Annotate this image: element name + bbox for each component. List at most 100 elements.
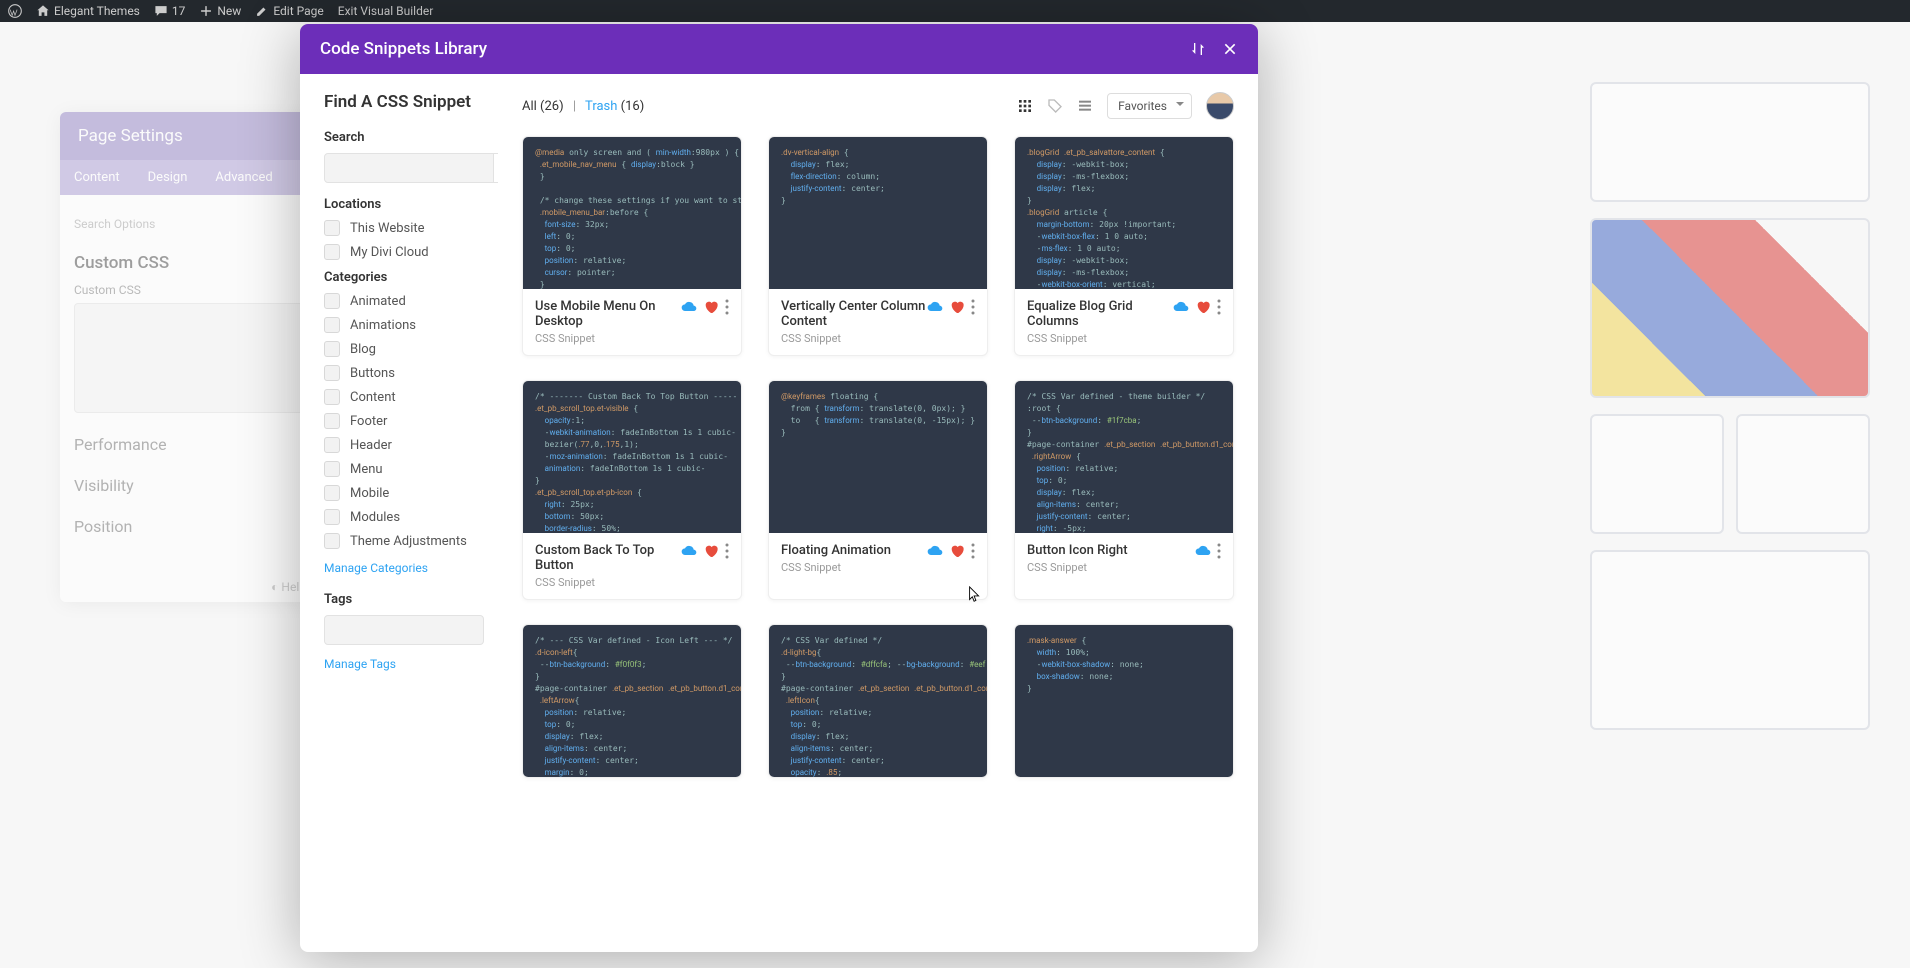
snippet-type: CSS Snippet bbox=[1027, 561, 1128, 574]
section-performance[interactable]: Performance bbox=[74, 435, 306, 454]
admin-comments[interactable]: 17 bbox=[154, 4, 186, 18]
cloud-icon[interactable] bbox=[927, 299, 943, 315]
snippet-card[interactable]: /* ------- Custom Back To Top Button ---… bbox=[522, 380, 742, 600]
snippet-card[interactable]: @media only screen and ( min-width:980px… bbox=[522, 136, 742, 356]
manage-categories-link[interactable]: Manage Categories bbox=[324, 561, 428, 575]
section-position[interactable]: Position bbox=[74, 517, 306, 536]
category-checkbox[interactable]: Animated bbox=[324, 293, 484, 309]
admin-edit-label: Edit Page bbox=[273, 4, 323, 18]
manage-tags-link[interactable]: Manage Tags bbox=[324, 657, 396, 671]
more-icon[interactable] bbox=[1217, 543, 1221, 559]
custom-css-heading: Custom CSS bbox=[74, 253, 306, 273]
close-icon[interactable] bbox=[1222, 41, 1238, 57]
view-grid-icon[interactable] bbox=[1017, 98, 1033, 114]
admin-new[interactable]: New bbox=[199, 4, 241, 18]
checkbox-icon bbox=[324, 293, 340, 309]
filter-all[interactable]: All (26) bbox=[522, 99, 564, 114]
category-checkbox[interactable]: Buttons bbox=[324, 365, 484, 381]
sort-dropdown[interactable]: Favorites bbox=[1107, 93, 1192, 119]
cloud-icon[interactable] bbox=[681, 543, 697, 559]
search-options-label: Search Options bbox=[74, 209, 306, 247]
category-checkbox[interactable]: Modules bbox=[324, 509, 484, 525]
snippet-title: Custom Back To Top Button bbox=[535, 543, 681, 573]
code-preview: .mask-answer { width: 100%; -webkit-box-… bbox=[1015, 625, 1233, 777]
category-checkbox[interactable]: Menu bbox=[324, 461, 484, 477]
more-icon[interactable] bbox=[1217, 299, 1221, 315]
cloud-icon[interactable] bbox=[1173, 299, 1189, 315]
category-checkbox[interactable]: Animations bbox=[324, 317, 484, 333]
category-checkbox[interactable]: Mobile bbox=[324, 485, 484, 501]
heart-icon[interactable] bbox=[703, 543, 719, 559]
sort-icon[interactable] bbox=[1190, 41, 1206, 57]
modal-title: Code Snippets Library bbox=[320, 39, 487, 59]
category-label: Buttons bbox=[350, 366, 395, 381]
filter-trash[interactable]: Trash bbox=[585, 99, 617, 114]
snippet-card[interactable]: .blogGrid .et_pb_salvattore_content { di… bbox=[1014, 136, 1234, 356]
category-label: Header bbox=[350, 438, 392, 453]
category-checkbox[interactable]: Theme Adjustments bbox=[324, 533, 484, 549]
admin-new-label: New bbox=[217, 4, 241, 18]
wp-logo[interactable] bbox=[8, 4, 22, 18]
category-checkbox[interactable]: Content bbox=[324, 389, 484, 405]
view-tag-icon[interactable] bbox=[1047, 98, 1063, 114]
cloud-icon[interactable] bbox=[681, 299, 697, 315]
category-checkbox[interactable]: Blog bbox=[324, 341, 484, 357]
heart-icon[interactable] bbox=[703, 299, 719, 315]
help-link[interactable]: ◐ Help bbox=[60, 572, 320, 602]
more-icon[interactable] bbox=[971, 299, 975, 315]
more-icon[interactable] bbox=[725, 543, 729, 559]
snippet-card[interactable]: @keyframes floating { from { transform: … bbox=[768, 380, 988, 600]
search-input[interactable] bbox=[324, 153, 494, 183]
admin-exit-label: Exit Visual Builder bbox=[338, 4, 434, 18]
more-icon[interactable] bbox=[971, 543, 975, 559]
section-visibility[interactable]: Visibility bbox=[74, 476, 306, 495]
checkbox-icon bbox=[324, 317, 340, 333]
checkbox-icon bbox=[324, 244, 340, 260]
tab-content[interactable]: Content bbox=[60, 160, 134, 195]
admin-exit-vb[interactable]: Exit Visual Builder bbox=[338, 4, 434, 18]
category-label: Menu bbox=[350, 462, 383, 477]
snippet-card[interactable]: .dv-vertical-align { display: flex; flex… bbox=[768, 136, 988, 356]
checkbox-icon bbox=[324, 437, 340, 453]
heart-icon[interactable] bbox=[949, 299, 965, 315]
admin-edit-page[interactable]: Edit Page bbox=[255, 4, 323, 18]
snippet-title: Button Icon Right bbox=[1027, 543, 1128, 558]
view-list-icon[interactable] bbox=[1077, 98, 1093, 114]
location-label: My Divi Cloud bbox=[350, 245, 429, 260]
admin-site-name[interactable]: Elegant Themes bbox=[36, 4, 140, 18]
heart-icon[interactable] bbox=[1195, 299, 1211, 315]
page-settings-tabs: Content Design Advanced bbox=[60, 160, 320, 195]
admin-comments-count: 17 bbox=[172, 4, 186, 18]
snippet-title: Use Mobile Menu On Desktop bbox=[535, 299, 681, 329]
snippet-type: CSS Snippet bbox=[535, 332, 681, 345]
code-preview: /* CSS Var defined - theme builder */ :r… bbox=[1015, 381, 1233, 533]
category-label: Mobile bbox=[350, 486, 389, 501]
filter-sidebar: Find A CSS Snippet Search + Filter Locat… bbox=[300, 74, 498, 952]
location-checkbox[interactable]: This Website bbox=[324, 220, 484, 236]
snippet-card[interactable]: /* CSS Var defined - theme builder */ :r… bbox=[1014, 380, 1234, 600]
checkbox-icon bbox=[324, 509, 340, 525]
custom-css-textarea[interactable] bbox=[74, 303, 306, 413]
category-checkbox[interactable]: Header bbox=[324, 437, 484, 453]
category-checkbox[interactable]: Footer bbox=[324, 413, 484, 429]
location-checkbox[interactable]: My Divi Cloud bbox=[324, 244, 484, 260]
custom-css-label: Custom CSS bbox=[74, 283, 306, 297]
category-label: Footer bbox=[350, 414, 387, 429]
snippet-card[interactable]: /* CSS Var defined */ .d-light-bg{ --btn… bbox=[768, 624, 988, 778]
category-label: Animated bbox=[350, 294, 406, 309]
tab-advanced[interactable]: Advanced bbox=[201, 160, 286, 195]
tags-input[interactable] bbox=[324, 615, 484, 645]
tab-design[interactable]: Design bbox=[134, 160, 202, 195]
heart-icon[interactable] bbox=[949, 543, 965, 559]
cloud-icon[interactable] bbox=[927, 543, 943, 559]
snippet-type: CSS Snippet bbox=[781, 332, 927, 345]
more-icon[interactable] bbox=[725, 299, 729, 315]
category-label: Animations bbox=[350, 318, 416, 333]
snippet-card[interactable]: .mask-answer { width: 100%; -webkit-box-… bbox=[1014, 624, 1234, 778]
modal-header: Code Snippets Library bbox=[300, 24, 1258, 74]
snippet-card[interactable]: /* --- CSS Var defined - Icon Left --- *… bbox=[522, 624, 742, 778]
page-settings-title: Page Settings bbox=[60, 112, 320, 160]
user-avatar[interactable] bbox=[1206, 92, 1234, 120]
snippet-title: Floating Animation bbox=[781, 543, 891, 558]
cloud-icon[interactable] bbox=[1195, 543, 1211, 559]
